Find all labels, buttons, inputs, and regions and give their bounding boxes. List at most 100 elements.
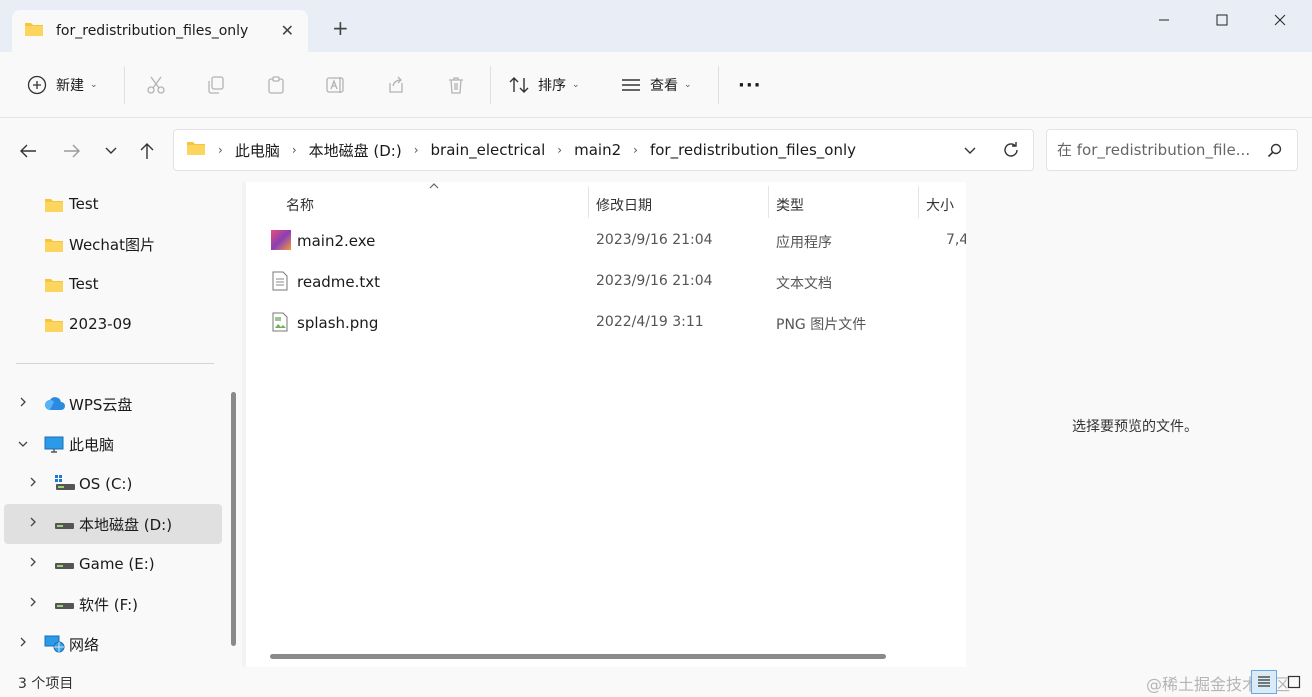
- cut-button[interactable]: [145, 72, 167, 98]
- trash-icon: [445, 74, 467, 96]
- sidebar-item-wechat-images[interactable]: Wechat图片: [4, 224, 222, 264]
- plus-circle-icon: [26, 74, 48, 96]
- close-tab-icon[interactable]: ✕: [281, 21, 294, 40]
- file-date: 2023/9/16 21:04: [596, 273, 713, 289]
- search-box[interactable]: [1046, 129, 1298, 171]
- sidebar-item-label: 本地磁盘 (D:): [79, 515, 173, 534]
- forward-button[interactable]: [60, 140, 84, 162]
- minimize-button[interactable]: [1146, 8, 1182, 32]
- column-divider[interactable]: [768, 186, 769, 218]
- close-window-button[interactable]: [1262, 8, 1298, 32]
- toolbar-divider: [490, 66, 491, 104]
- file-type: 文本文档: [776, 276, 832, 292]
- folder-icon: [44, 197, 64, 217]
- sidebar-item-2023-09[interactable]: 2023-09: [4, 304, 222, 344]
- new-button[interactable]: 新建 ⌄: [26, 72, 98, 98]
- recent-locations-button[interactable]: [99, 140, 123, 162]
- file-row[interactable]: main2.exe 2023/9/16 21:04 应用程序 7,4: [246, 222, 968, 262]
- rename-button[interactable]: [325, 72, 347, 98]
- sidebar-scrollbar-thumb[interactable]: [231, 392, 236, 646]
- address-bar[interactable]: › 此电脑 › 本地磁盘 (D:) › brain_electrical › m…: [173, 129, 1034, 171]
- sidebar-item-wps-cloud[interactable]: WPS云盘: [4, 384, 222, 424]
- column-header-name[interactable]: 名称: [286, 190, 314, 220]
- column-divider[interactable]: [918, 186, 919, 218]
- delete-button[interactable]: [445, 72, 467, 98]
- chevron-right-icon[interactable]: [26, 516, 40, 532]
- folder-icon: [44, 237, 64, 257]
- horizontal-scrollbar-thumb[interactable]: [270, 654, 886, 659]
- chevron-right-icon[interactable]: [16, 396, 30, 412]
- folder-icon: [24, 21, 44, 41]
- breadcrumb-separator[interactable]: ›: [633, 143, 638, 157]
- sidebar-item-label: 软件 (F:): [79, 595, 138, 614]
- share-icon: [385, 74, 407, 96]
- file-row[interactable]: readme.txt 2023/9/16 21:04 文本文档: [246, 263, 966, 303]
- breadcrumb-item[interactable]: for_redistribution_files_only: [650, 141, 856, 159]
- breadcrumb-separator: ›: [218, 143, 223, 157]
- navigation-pane: Test Wechat图片 Test 2023-09 WPS云盘 此电脑 OS …: [0, 182, 228, 667]
- search-icon[interactable]: [1267, 143, 1283, 163]
- breadcrumb-item[interactable]: main2: [574, 141, 621, 159]
- sidebar-item-label: 2023-09: [69, 315, 132, 333]
- sidebar-item-label: Test: [69, 195, 99, 213]
- new-tab-button[interactable]: +: [332, 18, 349, 38]
- status-bar: 3 个项目 @稀土掘金技术社区: [0, 667, 1312, 697]
- search-input[interactable]: [1057, 140, 1257, 160]
- sidebar-item-drive-d[interactable]: 本地磁盘 (D:): [4, 504, 222, 544]
- navigation-bar: › 此电脑 › 本地磁盘 (D:) › brain_electrical › m…: [0, 118, 1312, 182]
- sidebar-item-label: Wechat图片: [69, 235, 156, 254]
- sidebar-item-drive-e[interactable]: Game (E:): [4, 544, 222, 584]
- copy-button[interactable]: [205, 72, 227, 98]
- chevron-right-icon[interactable]: [16, 636, 30, 652]
- column-header-size[interactable]: 大小: [926, 190, 954, 220]
- more-icon: ···: [738, 74, 762, 96]
- chevron-right-icon[interactable]: [26, 556, 40, 572]
- paste-button[interactable]: [265, 72, 287, 98]
- sidebar-item-drive-c[interactable]: OS (C:): [4, 464, 222, 504]
- breadcrumb-item[interactable]: 本地磁盘 (D:): [309, 140, 402, 161]
- chevron-right-icon[interactable]: [26, 596, 40, 612]
- back-button[interactable]: [16, 140, 40, 162]
- breadcrumb-item[interactable]: brain_electrical: [431, 141, 546, 159]
- item-count: 3 个项目: [18, 676, 74, 692]
- sidebar-item-drive-f[interactable]: 软件 (F:): [4, 584, 222, 624]
- drive-icon: [54, 598, 76, 616]
- breadcrumb-separator[interactable]: ›: [414, 143, 419, 157]
- sidebar-item-test-2[interactable]: Test: [4, 264, 222, 304]
- breadcrumb-item[interactable]: 此电脑: [235, 140, 280, 161]
- refresh-icon[interactable]: [1001, 140, 1021, 164]
- column-header-type[interactable]: 类型: [776, 190, 804, 220]
- details-view-button[interactable]: [1251, 670, 1277, 694]
- sidebar-item-label: 网络: [69, 635, 100, 654]
- up-button[interactable]: [135, 140, 159, 162]
- file-type: PNG 图片文件: [776, 317, 867, 333]
- sidebar-divider: [16, 363, 214, 364]
- view-button[interactable]: 查看 ⌄: [620, 72, 692, 98]
- sidebar-item-test[interactable]: Test: [4, 184, 222, 224]
- sidebar-item-this-pc[interactable]: 此电脑: [4, 424, 222, 464]
- address-dropdown-icon[interactable]: [963, 141, 977, 163]
- sidebar-item-network[interactable]: 网络: [4, 624, 222, 664]
- file-row[interactable]: splash.png 2022/4/19 3:11 PNG 图片文件: [246, 304, 966, 344]
- sidebar-item-label: Test: [69, 275, 99, 293]
- cloud-icon: [44, 396, 66, 416]
- more-button[interactable]: ···: [738, 72, 762, 98]
- share-button[interactable]: [385, 72, 407, 98]
- chevron-right-icon[interactable]: [26, 476, 40, 492]
- sort-button[interactable]: 排序 ⌄: [508, 72, 580, 98]
- drive-icon: [54, 558, 76, 576]
- breadcrumb-separator[interactable]: ›: [292, 143, 297, 157]
- column-divider[interactable]: [588, 186, 589, 218]
- file-name: readme.txt: [297, 273, 381, 291]
- maximize-button[interactable]: [1204, 8, 1240, 32]
- chevron-down-icon[interactable]: [16, 437, 30, 452]
- sidebar-item-label: WPS云盘: [69, 395, 133, 414]
- sidebar-item-label: 此电脑: [69, 435, 115, 454]
- large-icons-view-button[interactable]: [1281, 670, 1307, 694]
- file-name: splash.png: [297, 314, 379, 332]
- sidebar-item-label: OS (C:): [79, 475, 133, 493]
- breadcrumb-separator[interactable]: ›: [557, 143, 562, 157]
- column-header-date[interactable]: 修改日期: [596, 190, 652, 220]
- chevron-down-icon: ⌄: [572, 80, 580, 90]
- tab-for-redistribution[interactable]: for_redistribution_files_only ✕: [12, 10, 308, 52]
